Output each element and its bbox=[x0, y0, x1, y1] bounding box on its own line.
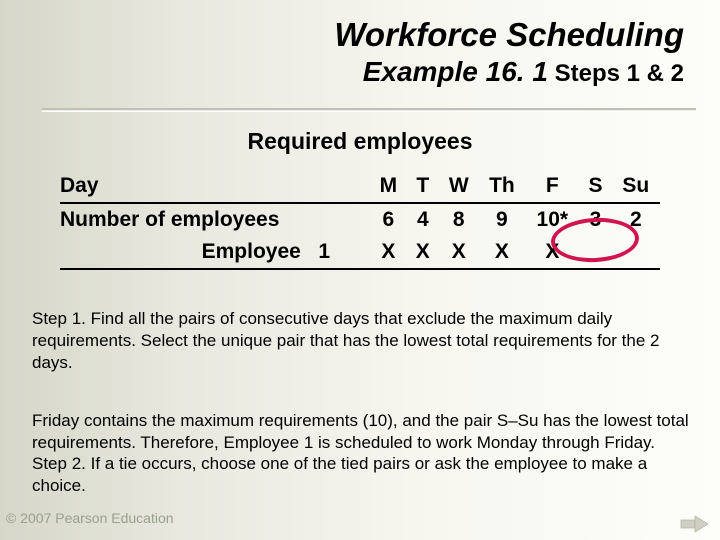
value-cell: 8 bbox=[439, 203, 479, 236]
mark-cell: X bbox=[525, 236, 579, 269]
col-day-label: Day bbox=[60, 170, 370, 203]
day-col: F bbox=[525, 170, 579, 203]
title-steps: Steps 1 & 2 bbox=[548, 60, 684, 87]
value-cell: 3 bbox=[579, 203, 611, 236]
slide-title-block: Workforce Scheduling Example 16. 1 Steps… bbox=[334, 16, 684, 88]
value-cell: 9 bbox=[479, 203, 526, 236]
num-employees-label: Number of employees bbox=[60, 203, 370, 236]
day-col: T bbox=[407, 170, 439, 203]
day-col: S bbox=[579, 170, 611, 203]
title-underline bbox=[42, 108, 696, 112]
mark-cell: X bbox=[479, 236, 526, 269]
employee-label: Employee 1 bbox=[60, 236, 370, 269]
copyright-text: © 2007 Pearson Education bbox=[6, 510, 174, 526]
day-col: Th bbox=[479, 170, 526, 203]
value-cell: 6 bbox=[370, 203, 407, 236]
title-line-2: Example 16. 1 Steps 1 & 2 bbox=[334, 56, 684, 88]
mark-cell: X bbox=[439, 236, 479, 269]
value-cell: 4 bbox=[407, 203, 439, 236]
step1-content: Step 1. Find all the pairs of consecutiv… bbox=[32, 309, 659, 372]
next-arrow-icon[interactable] bbox=[680, 514, 710, 534]
table-values-row: Number of employees 6 4 8 9 10* 3 2 bbox=[60, 203, 660, 236]
mark-cell bbox=[579, 236, 611, 269]
table-header-row: Day M T W Th F S Su bbox=[60, 170, 660, 203]
step2-content: Friday contains the maximum requirements… bbox=[32, 411, 689, 495]
day-col: Su bbox=[612, 170, 660, 203]
title-line-1: Workforce Scheduling bbox=[334, 16, 684, 54]
value-cell: 2 bbox=[612, 203, 660, 236]
step2-text: Friday contains the maximum requirements… bbox=[32, 388, 692, 497]
value-cell: 10* bbox=[525, 203, 579, 236]
table-marks-row: Employee 1 X X X X X bbox=[60, 236, 660, 269]
mark-cell: X bbox=[370, 236, 407, 269]
mark-cell bbox=[612, 236, 660, 269]
title-emphasis: Example 16. 1 bbox=[363, 56, 548, 87]
day-col: M bbox=[370, 170, 407, 203]
table-heading: Required employees bbox=[0, 128, 720, 155]
mark-cell: X bbox=[407, 236, 439, 269]
step1-text: Step 1. Find all the pairs of consecutiv… bbox=[32, 308, 692, 373]
schedule-table: Day M T W Th F S Su Number of employees … bbox=[60, 170, 660, 270]
day-col: W bbox=[439, 170, 479, 203]
